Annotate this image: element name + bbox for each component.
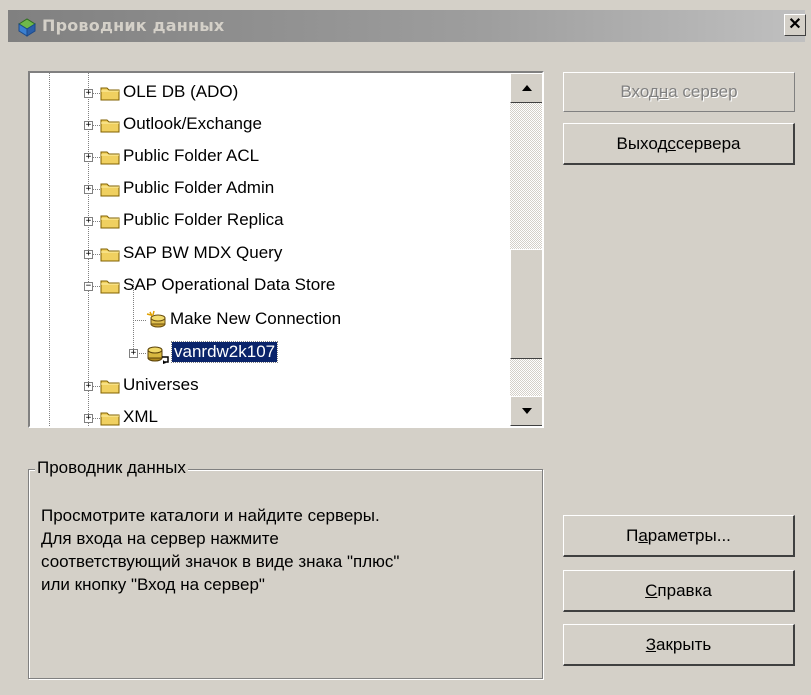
arrow-up-icon [522,85,532,91]
tree-item[interactable]: + Public Folder ACL [30,142,510,172]
tree-item-label: Public Folder Replica [123,210,284,229]
expand-icon[interactable]: + [129,349,138,358]
folder-icon [100,378,120,394]
tree-item-label: Make New Connection [170,309,342,328]
info-line: Для входа на сервер нажмите [41,529,279,548]
login-button-accel: н [658,82,669,101]
options-button[interactable]: Па раметры... [563,515,795,557]
folder-icon [100,85,120,101]
close-button-accel: З [645,634,657,654]
tree-item[interactable]: − SAP Operational Data Store [30,271,510,301]
tree-item-label: Universes [123,375,199,394]
expand-icon[interactable]: + [84,414,93,423]
expand-icon[interactable]: + [84,121,93,130]
help-button-accel: С [645,580,658,600]
close-icon: ✕ [788,16,802,33]
login-button[interactable]: Вход на сервер [563,72,795,112]
tree-item-label: OLE DB (ADO) [123,82,239,101]
tree-item-label: SAP Operational Data Store [123,275,336,294]
close-button[interactable]: Закрыть [563,624,795,666]
expand-icon[interactable]: + [84,89,93,98]
scrollbar-thumb[interactable] [510,249,542,359]
tree-item[interactable]: + vanrdw2k107 [30,338,510,368]
expand-icon[interactable]: + [84,185,93,194]
tree-item[interactable]: Make New Connection [30,305,510,335]
options-button-accel: а [638,525,648,545]
expand-icon[interactable]: + [84,250,93,259]
logout-button-label-b: сервера [675,133,741,153]
title-bar[interactable]: Проводник данных ✕ [8,10,806,42]
tree-item-label: XML [123,407,158,426]
options-button-label-a: П [626,525,639,545]
expand-icon[interactable]: + [84,382,93,391]
help-button-label: правка [657,580,712,600]
help-button[interactable]: Справка [563,570,795,612]
tree-item[interactable]: + Outlook/Exchange [30,110,510,140]
info-line: соответствующий значок в виде знака "плю… [41,552,400,571]
info-line: Просмотрите каталоги и найдите серверы. [41,506,380,525]
info-groupbox-title: Проводник данных [35,458,188,478]
info-text: Просмотрите каталоги и найдите серверы. … [41,504,536,596]
tree-item-label: Public Folder Admin [123,178,275,197]
tree-vertical-scrollbar[interactable] [510,73,542,426]
login-button-label-a: Вход [620,82,659,101]
data-source-tree[interactable]: + OLE DB (ADO) + Outlook/Exchange + Public Fo… [28,71,544,428]
close-button-label: акрыть [656,634,712,654]
logout-button-label-a: Выход [616,133,668,153]
data-explorer-dialog: Проводник данных ✕ + OLE DB (ADO) + Outlook… [0,0,811,695]
tree-content: + OLE DB (ADO) + Outlook/Exchange + Public Fo… [30,73,510,426]
login-button-label-b: а сервер [668,82,738,101]
close-window-button[interactable]: ✕ [784,14,806,36]
scroll-up-button[interactable] [510,73,542,103]
expand-icon[interactable]: + [84,217,93,226]
info-line: или кнопку "Вход на сервер" [41,575,265,594]
logout-button-accel: с [667,133,676,153]
expand-icon[interactable]: + [84,153,93,162]
folder-icon [100,149,120,165]
tree-item[interactable]: + Universes [30,371,510,401]
tree-item[interactable]: + OLE DB (ADO) [30,78,510,108]
scroll-down-button[interactable] [510,396,542,426]
tree-item-label: vanrdw2k107 [170,341,279,363]
folder-icon [100,246,120,262]
tree-item[interactable]: + SAP BW MDX Query [30,239,510,269]
new-connection-icon [146,310,166,328]
info-groupbox: Проводник данных Просмотрите каталоги и … [28,458,543,679]
folder-icon [100,410,120,426]
logout-button[interactable]: Выход с сервера [563,123,795,165]
window-title: Проводник данных [42,16,225,35]
collapse-icon[interactable]: − [84,282,93,291]
tree-item-label: Outlook/Exchange [123,114,262,133]
tree-item-label: Public Folder ACL [123,146,260,165]
folder-icon [100,278,120,294]
folder-icon [100,213,120,229]
options-button-label-b: раметры... [647,525,731,545]
tree-item[interactable]: + Public Folder Admin [30,174,510,204]
tree-item[interactable]: + XML [30,403,510,426]
arrow-down-icon [522,408,532,414]
database-server-icon [146,343,169,364]
tree-item[interactable]: + Public Folder Replica [30,206,510,236]
folder-icon [100,117,120,133]
tree-item-label: SAP BW MDX Query [123,243,283,262]
data-explorer-icon [18,18,36,37]
folder-icon [100,181,120,197]
